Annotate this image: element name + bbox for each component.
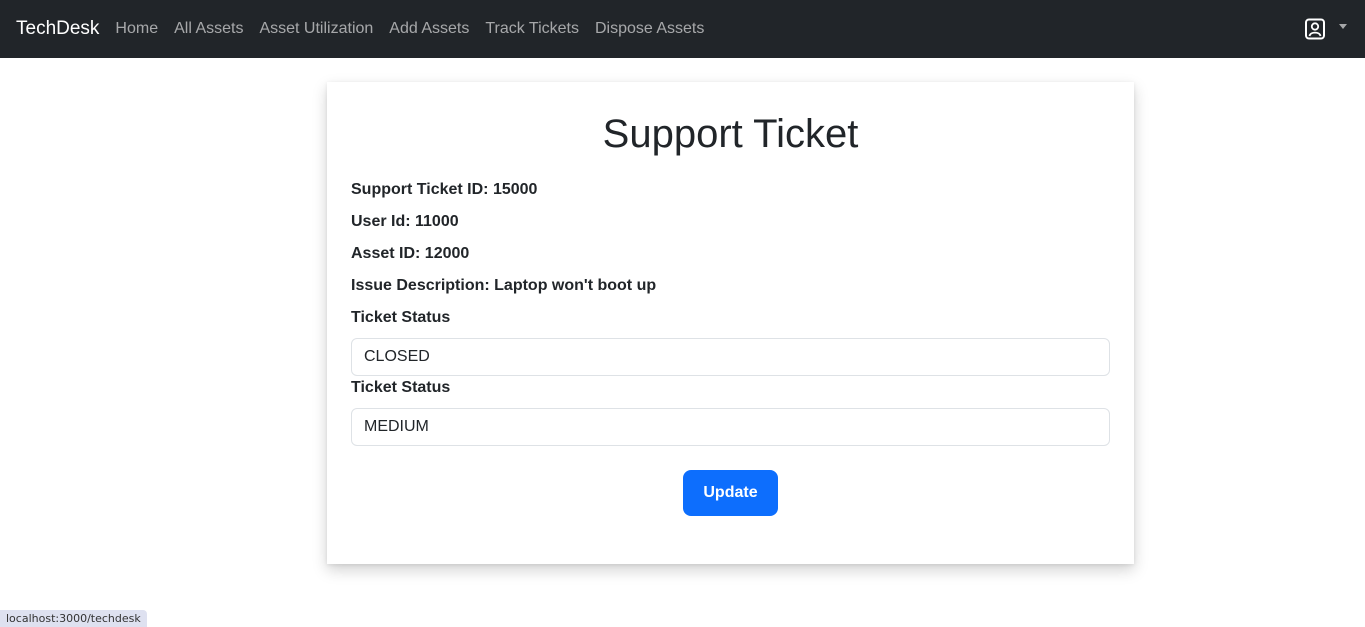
nav-home[interactable]: Home bbox=[115, 20, 158, 38]
ticket-status-value: CLOSED bbox=[364, 348, 430, 365]
user-id-text: User Id: 11000 bbox=[351, 213, 459, 230]
ticket-priority-value: MEDIUM bbox=[364, 418, 429, 435]
support-ticket-card: Support Ticket Support Ticket ID: 15000 … bbox=[327, 82, 1134, 564]
ticket-priority-label: Ticket Status bbox=[351, 379, 451, 396]
user-menu-toggle[interactable] bbox=[1304, 0, 1347, 58]
ticket-status-label: Ticket Status bbox=[351, 309, 451, 326]
ticket-id-text: Support Ticket ID: 15000 bbox=[351, 181, 538, 198]
page-title: Support Ticket bbox=[602, 112, 859, 156]
update-button[interactable]: Update bbox=[683, 470, 778, 516]
nav-links: Home All Assets Asset Utilization Add As… bbox=[115, 20, 720, 38]
nav-all-assets[interactable]: All Assets bbox=[174, 20, 243, 38]
nav-track-tickets[interactable]: Track Tickets bbox=[485, 20, 579, 38]
nav-add-assets[interactable]: Add Assets bbox=[389, 20, 469, 38]
user-profile-icon[interactable] bbox=[1304, 18, 1326, 40]
brand-link[interactable]: TechDesk bbox=[16, 18, 99, 40]
ticket-priority-field[interactable]: MEDIUM bbox=[351, 408, 1110, 446]
top-navbar: TechDesk Home All Assets Asset Utilizati… bbox=[0, 0, 1365, 58]
nav-asset-utilization[interactable]: Asset Utilization bbox=[259, 20, 373, 38]
caret-down-icon[interactable] bbox=[1339, 23, 1347, 29]
issue-description-text: Issue Description: Laptop won't boot up bbox=[351, 277, 657, 294]
nav-dispose-assets[interactable]: Dispose Assets bbox=[595, 20, 704, 38]
status-bar-url: localhost:3000/techdesk bbox=[0, 610, 147, 627]
ticket-status-field[interactable]: CLOSED bbox=[351, 338, 1110, 376]
asset-id-text: Asset ID: 12000 bbox=[351, 245, 470, 262]
